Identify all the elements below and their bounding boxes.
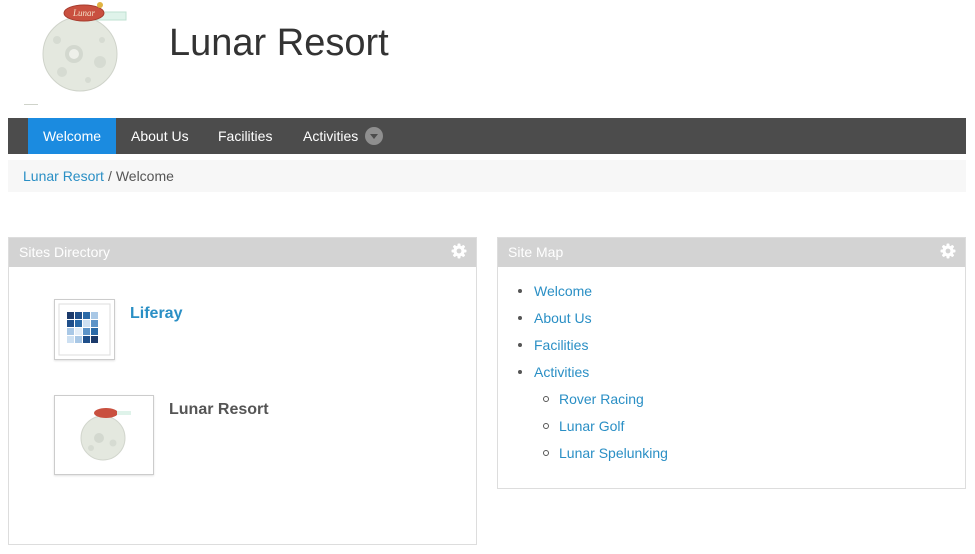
nav-item-label: Activities: [303, 128, 359, 144]
moon-logo: [80, 408, 131, 461]
portlet-header: Sites Directory: [9, 238, 476, 267]
nav-item-label: Welcome: [42, 128, 102, 144]
nav-item-welcome[interactable]: Welcome: [28, 118, 116, 154]
chevron-down-icon[interactable]: [365, 127, 384, 146]
portlet-header: Site Map: [498, 238, 965, 267]
site-map-item: Facilities: [518, 336, 668, 363]
sites-directory-portlet: Sites Directory Liferay Lunar Resort: [8, 237, 477, 545]
bullet: [518, 289, 522, 293]
liferay-site-thumbnail[interactable]: [54, 299, 115, 360]
site-map-link-facilities[interactable]: Facilities: [534, 337, 588, 353]
portlet-title: Sites Directory: [19, 244, 111, 260]
nav-item-facilities[interactable]: Facilities: [218, 118, 272, 154]
site-map-portlet: Site Map Welcome About Us Facilities Act…: [497, 237, 966, 489]
bullet: [518, 370, 522, 374]
site-map-link-about-us[interactable]: About Us: [534, 310, 592, 326]
site-map-subitem: Lunar Golf: [534, 417, 668, 444]
site-title: Lunar Resort: [169, 22, 389, 64]
bullet: [518, 316, 522, 320]
liferay-logo: [58, 303, 111, 356]
site-map-link-rover-racing[interactable]: Rover Racing: [559, 391, 644, 407]
site-map-link-activities[interactable]: Activities: [534, 364, 589, 380]
breadcrumb-separator: /: [107, 168, 112, 184]
site-map-item: Welcome: [518, 282, 668, 309]
site-map-item: About Us: [518, 309, 668, 336]
bullet: [543, 450, 549, 456]
breadcrumb-link-lunar-resort[interactable]: Lunar Resort: [23, 168, 104, 184]
lunar-resort-site-thumbnail[interactable]: [54, 395, 154, 475]
breadcrumb: Lunar Resort / Welcome: [8, 160, 966, 192]
bullet: [518, 343, 522, 347]
site-name-lunar-resort: Lunar Resort: [169, 401, 269, 418]
site-map-link-lunar-golf[interactable]: Lunar Golf: [559, 418, 624, 434]
site-map-link-welcome[interactable]: Welcome: [534, 283, 592, 299]
site-map-list: Welcome About Us Facilities Activities R…: [518, 282, 668, 471]
portlet-title: Site Map: [508, 244, 564, 260]
main-navigation: Welcome About Us Facilities Activities: [8, 118, 966, 154]
bullet: [543, 396, 549, 402]
nav-item-activities[interactable]: Activities: [303, 118, 384, 154]
nav-item-about-us[interactable]: About Us: [131, 118, 189, 154]
site-map-item: Activities: [518, 363, 668, 390]
bullet: [543, 423, 549, 429]
site-map-subitem: Lunar Spelunking: [534, 444, 668, 471]
site-logo[interactable]: Lunar: [22, 0, 132, 108]
breadcrumb-current: Welcome: [115, 168, 174, 184]
nav-item-label: About Us: [131, 128, 189, 144]
gear-icon[interactable]: [940, 243, 956, 259]
gear-icon[interactable]: [451, 243, 467, 259]
site-map-link-lunar-spelunking[interactable]: Lunar Spelunking: [559, 445, 668, 461]
site-name-liferay[interactable]: Liferay: [130, 305, 182, 323]
nav-item-label: Facilities: [218, 128, 273, 144]
svg-text:Lunar: Lunar: [72, 8, 96, 18]
site-map-subitem: Rover Racing: [534, 390, 668, 417]
